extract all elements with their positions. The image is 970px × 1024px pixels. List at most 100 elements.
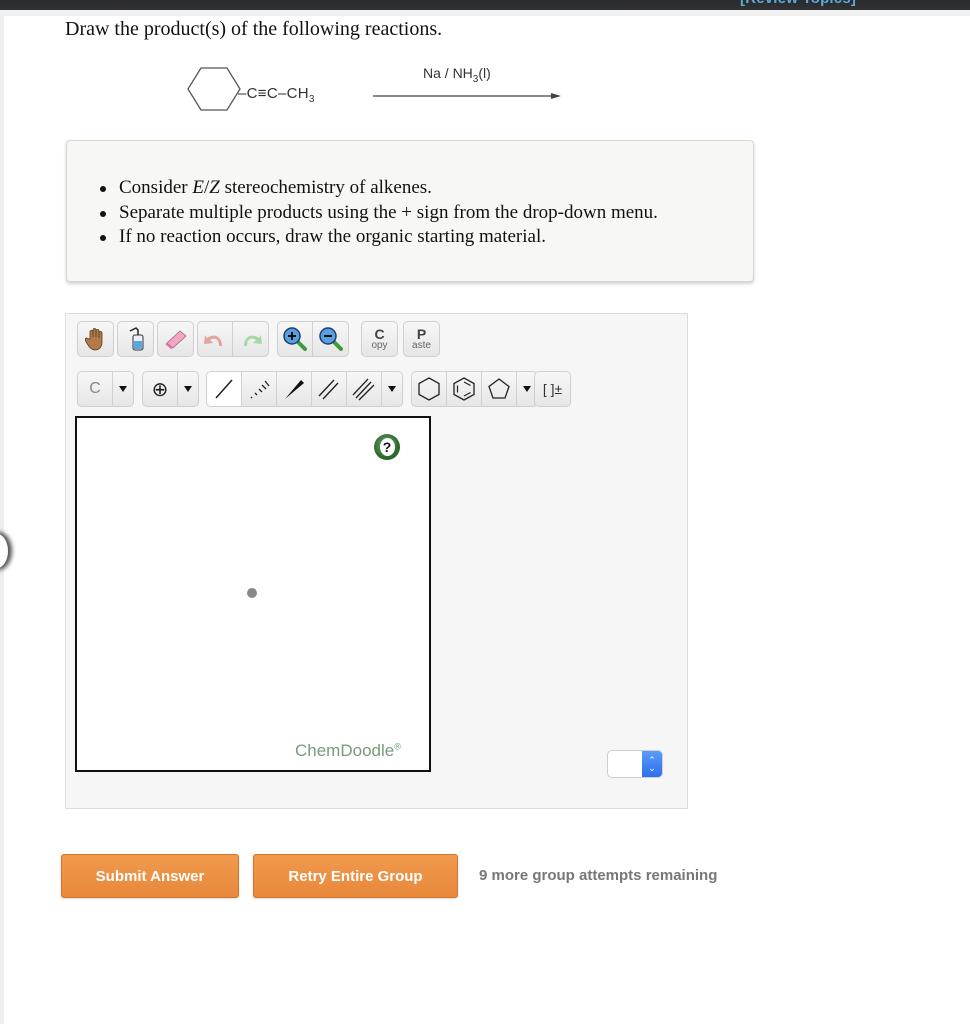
triple-bond-button[interactable] [347, 372, 382, 406]
question-title: Draw the product(s) of the following rea… [65, 18, 443, 40]
cyclopentane-button[interactable] [482, 372, 517, 406]
instruction-italic-z: Z [209, 177, 220, 198]
undo-button[interactable] [198, 322, 233, 356]
hashed-bond-button[interactable] [242, 372, 277, 406]
charge-group: ⊕ [142, 371, 199, 407]
charge-bracket-button[interactable]: [ ]± [535, 372, 570, 406]
single-bond-button[interactable] [207, 372, 242, 406]
clear-button[interactable] [118, 322, 153, 356]
wedge-bond-button[interactable] [277, 372, 312, 406]
watermark-text: ChemDoodle [295, 741, 395, 760]
zoom-group [277, 321, 349, 357]
chemdoodle-watermark: ChemDoodle® [295, 741, 401, 761]
bond-dropdown-button[interactable] [382, 372, 402, 406]
reactant-text: –C≡C–CH [238, 85, 309, 102]
zoom-in-button[interactable] [278, 322, 313, 356]
charge-dropdown-button[interactable] [178, 372, 198, 406]
left-strip [0, 16, 4, 1024]
cursor-dot [247, 588, 257, 598]
charge-bracket-icon: [ ]± [542, 381, 563, 397]
redo-icon [243, 335, 262, 346]
redo-button[interactable] [233, 322, 268, 356]
hashed-bond-icon [250, 380, 270, 399]
chevron-down-icon [388, 386, 396, 392]
reagent-text: Na / NH [423, 65, 473, 81]
double-bond-icon [318, 379, 339, 400]
charge-plus-button[interactable]: ⊕ [143, 372, 178, 406]
zoom-out-icon [318, 327, 343, 351]
drawing-canvas[interactable]: ? ChemDoodle® [75, 416, 431, 772]
chemdoodle-editor: C opy P aste C ⊕ []± ? ChemDoodle® ⌃ ⌄ [65, 313, 688, 809]
atom-group: C [77, 371, 134, 407]
side-scroll-handle[interactable] [0, 534, 8, 568]
chevron-down-icon [184, 386, 192, 392]
history-group [197, 321, 269, 357]
instructions-box: Consider E/Z stereochemistry of alkenes.… [66, 140, 754, 282]
zoom-in-icon [283, 327, 307, 351]
top-strip [0, 10, 970, 16]
triple-bond-icon [352, 378, 375, 401]
top-nav-bar: [Review Topics] [0, 0, 970, 10]
copy-button[interactable]: C opy [362, 322, 397, 356]
reaction-scheme: –C≡C–CH3 Na / NH3(l) [185, 60, 565, 120]
hand-icon [84, 328, 102, 351]
bond-group [206, 371, 403, 407]
cyclohexane-icon [418, 377, 440, 401]
benzene-button[interactable] [447, 372, 482, 406]
charge-plus-icon: ⊕ [151, 378, 169, 401]
benzene-icon [453, 377, 475, 401]
instructions-list: Consider E/Z stereochemistry of alkenes.… [100, 176, 658, 250]
paste-letter: P [416, 325, 427, 342]
atom-carbon-button[interactable]: C [78, 372, 113, 406]
attempts-remaining: 9 more group attempts remaining [479, 867, 718, 884]
eraser-icon [164, 330, 187, 349]
clear-tool-group [117, 321, 154, 357]
erase-button[interactable] [158, 322, 193, 356]
hand-tool-button[interactable] [78, 322, 113, 356]
instruction-text: stereochemistry of alkenes. [219, 177, 432, 198]
help-button[interactable]: ? [374, 434, 400, 460]
copy-icon: C opy [371, 325, 388, 351]
atom-label: C [89, 380, 101, 397]
reagent-suffix: (l) [478, 65, 491, 81]
instruction-text: Consider [119, 177, 193, 198]
cyclohexane-ring [187, 67, 241, 111]
copy-group: C opy [361, 321, 398, 357]
ring-group [411, 371, 538, 407]
hand-tool-group [77, 321, 114, 357]
molecule-stepper[interactable]: ⌃ ⌄ [607, 750, 663, 778]
wash-bottle-icon [129, 327, 143, 351]
wedge-bond-icon [285, 380, 304, 399]
double-bond-button[interactable] [312, 372, 347, 406]
registered-mark: ® [394, 741, 401, 752]
instruction-item: Consider E/Z stereochemistry of alkenes. [100, 176, 658, 201]
reactant-subscript: 3 [308, 94, 315, 105]
paste-icon: P aste [412, 325, 431, 351]
cyclopentane-icon [488, 378, 510, 399]
submit-answer-button[interactable]: Submit Answer [61, 854, 239, 898]
bracket-group: [ ]± [534, 371, 571, 407]
zoom-out-button[interactable] [313, 322, 348, 356]
paste-button[interactable]: P aste [404, 322, 439, 356]
chevron-down-icon [119, 386, 127, 392]
chevron-down-icon [523, 386, 531, 392]
erase-tool-group [157, 321, 194, 357]
instruction-item: Separate multiple products using the + s… [100, 201, 658, 226]
reagent-label: Na / NH3(l) [423, 65, 491, 85]
reaction-arrow-icon [373, 93, 561, 99]
stepper-arrows-icon[interactable]: ⌃ ⌄ [642, 751, 662, 777]
copy-letter: C [374, 325, 385, 342]
atom-dropdown-button[interactable] [113, 372, 133, 406]
single-bond-icon [215, 379, 233, 399]
review-topics-link[interactable]: [Review Topics] [740, 0, 856, 7]
cyclohexane-button[interactable] [412, 372, 447, 406]
copy-rest: opy [371, 339, 388, 351]
undo-icon [204, 335, 222, 346]
instruction-item: If no reaction occurs, draw the organic … [100, 225, 658, 250]
question-mark-icon: ? [379, 438, 395, 456]
paste-group: P aste [403, 321, 440, 357]
reactant-substituent: –C≡C–CH3 [238, 85, 315, 105]
instruction-italic-e: E [192, 177, 204, 198]
paste-rest: aste [412, 339, 431, 351]
retry-entire-group-button[interactable]: Retry Entire Group [253, 854, 458, 898]
